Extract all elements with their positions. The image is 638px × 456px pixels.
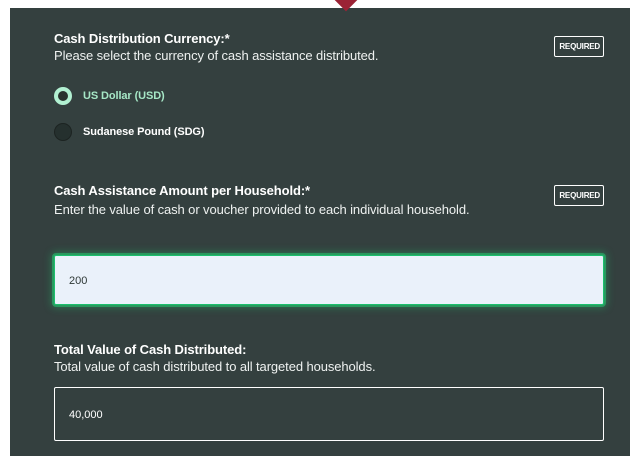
radio-checked-icon[interactable] (54, 87, 72, 105)
radio-option-usd-label: US Dollar (USD) (83, 90, 165, 102)
total-question-help: Total value of cash distributed to all t… (54, 359, 376, 374)
required-badge: REQUIRED (554, 185, 604, 206)
currency-question-title: Cash Distribution Currency:* (54, 31, 230, 46)
amount-per-household-input[interactable]: 200 (54, 255, 604, 305)
total-question-title: Total Value of Cash Distributed: (54, 342, 247, 357)
currency-question-help: Please select the currency of cash assis… (54, 48, 379, 63)
radio-option-sdg[interactable]: Sudanese Pound (SDG) (54, 123, 205, 141)
radio-option-usd[interactable]: US Dollar (USD) (54, 87, 165, 105)
radio-unchecked-icon[interactable] (54, 123, 72, 141)
amount-question-help: Enter the value of cash or voucher provi… (54, 202, 470, 217)
currency-question: Cash Distribution Currency:* Please sele… (54, 30, 604, 160)
form-page: Cash Distribution Currency:* Please sele… (0, 0, 638, 456)
amount-question-title: Cash Assistance Amount per Household:* (54, 183, 311, 198)
form-panel: Cash Distribution Currency:* Please sele… (10, 8, 630, 456)
total-question: Total Value of Cash Distributed: Total v… (54, 341, 604, 451)
radio-option-sdg-label: Sudanese Pound (SDG) (83, 126, 205, 138)
amount-question: Cash Assistance Amount per Household:* E… (54, 182, 604, 307)
required-badge: REQUIRED (554, 36, 604, 57)
total-value-input[interactable]: 40,000 (54, 387, 604, 441)
